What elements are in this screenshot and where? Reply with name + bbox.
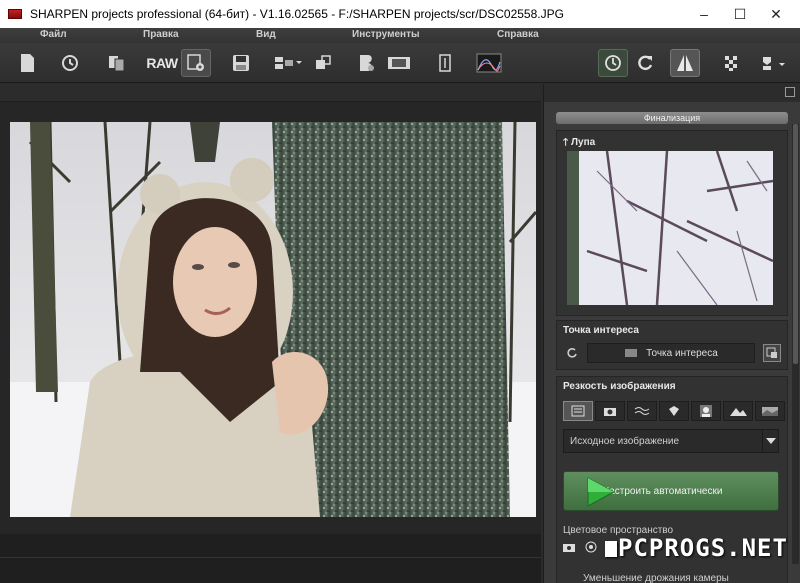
- watermark-text: PCPROGS.NET: [618, 534, 788, 562]
- workspace-bottom-bar: [0, 534, 541, 583]
- sharpness-preset-icons: [563, 401, 785, 421]
- menu-help[interactable]: Справка: [497, 29, 539, 40]
- panorama-preset-icon[interactable]: [755, 401, 785, 421]
- right-panel: Финализация 🡑 Лупа Точка интереса Точка …: [543, 84, 800, 583]
- poi-button[interactable]: Точка интереса: [587, 343, 755, 363]
- poi-reset-icon[interactable]: [563, 344, 581, 362]
- loupe-preview[interactable]: [567, 151, 773, 305]
- auto-adjust-button[interactable]: Настроить автоматически: [563, 471, 779, 511]
- histogram-button[interactable]: [474, 49, 504, 77]
- menu-bar: Файл Правка Вид Инструменты Справка: [0, 28, 800, 43]
- landscape-preset-icon[interactable]: [723, 401, 753, 421]
- split-view-button[interactable]: [670, 49, 700, 77]
- histogram-icon: [476, 53, 502, 73]
- target-icon[interactable]: [585, 541, 597, 556]
- watermark-logo-icon: [605, 541, 617, 557]
- poi-title: Точка интереса: [563, 325, 639, 336]
- arrow-up-icon[interactable]: 🡑: [563, 137, 568, 148]
- app-logo-icon: [8, 9, 22, 19]
- menu-view[interactable]: Вид: [256, 29, 276, 40]
- export-dropdown-button[interactable]: [270, 49, 304, 77]
- presets-button[interactable]: [352, 49, 382, 77]
- batch-settings-button[interactable]: [181, 49, 211, 77]
- auto-adjust-label: Настроить автоматически: [602, 485, 723, 497]
- raw-label: RAW: [146, 55, 178, 71]
- compare-icon: [316, 55, 331, 69]
- menu-edit[interactable]: Правка: [143, 29, 179, 40]
- presets-icon: [360, 55, 374, 71]
- save-icon: [233, 55, 249, 71]
- workspace-divider: [0, 557, 541, 558]
- checker-button[interactable]: [716, 49, 746, 77]
- toolbar: RAW: [0, 43, 800, 83]
- minimize-button[interactable]: –: [686, 0, 722, 28]
- source-image-select-value: Исходное изображение: [570, 435, 680, 447]
- source-image-select[interactable]: Исходное изображение: [563, 429, 779, 453]
- undock-icon[interactable]: [785, 87, 795, 97]
- poi-settings-icon[interactable]: [763, 344, 781, 362]
- title-bar: SHARPEN projects professional (64-бит) -…: [0, 0, 800, 28]
- filmstrip-button[interactable]: [384, 49, 414, 77]
- maximize-button[interactable]: ☐: [722, 0, 758, 28]
- view-mode-icon: [763, 57, 785, 70]
- play-arrow-icon: [587, 477, 616, 507]
- scrollbar-thumb[interactable]: [793, 124, 798, 364]
- batch-gear-icon: [187, 54, 204, 71]
- export-icon: [275, 57, 302, 69]
- tab-finalization[interactable]: Финализация: [556, 112, 788, 124]
- checkerboard-icon: [725, 56, 737, 71]
- window-title: SHARPEN projects professional (64-бит) -…: [30, 7, 564, 21]
- info-button[interactable]: [430, 49, 460, 77]
- history-icon: [62, 55, 78, 71]
- menu-tools[interactable]: Инструменты: [352, 29, 420, 40]
- raw-button[interactable]: RAW: [145, 49, 179, 77]
- info-icon: [439, 54, 451, 72]
- copy-button[interactable]: [102, 49, 132, 77]
- loupe-title-text: Лупа: [570, 137, 596, 148]
- new-document-button[interactable]: [12, 49, 42, 77]
- chevron-down-icon[interactable]: [762, 430, 778, 452]
- timer-clock-icon: [605, 55, 621, 71]
- close-button[interactable]: ✕: [758, 0, 794, 28]
- history-button[interactable]: [55, 49, 85, 77]
- timer-button[interactable]: [598, 49, 628, 77]
- view-mode-dropdown-button[interactable]: [756, 49, 792, 77]
- document-preset-icon[interactable]: [563, 401, 593, 421]
- poi-frame-icon: [625, 349, 638, 357]
- camera-shake-label: Уменьшение дрожания камеры: [583, 573, 729, 583]
- compare-button[interactable]: [308, 49, 338, 77]
- camera-icon[interactable]: [563, 542, 575, 555]
- photo-preview[interactable]: [10, 122, 536, 517]
- copy-icon: [109, 56, 125, 72]
- image-workspace: [0, 84, 541, 583]
- split-view-icon: [677, 55, 693, 71]
- refresh-button[interactable]: [630, 49, 660, 77]
- right-panel-header: [544, 84, 800, 102]
- point-of-interest-section: Точка интереса Точка интереса: [556, 320, 788, 370]
- sharpness-title: Резкость изображения: [563, 381, 676, 392]
- save-button[interactable]: [226, 49, 256, 77]
- loupe-section: 🡑 Лупа: [556, 130, 788, 316]
- panel-scrollbar[interactable]: [792, 124, 799, 564]
- filmstrip-icon: [388, 57, 410, 69]
- portrait-preset-icon[interactable]: [691, 401, 721, 421]
- diamond-preset-icon[interactable]: [659, 401, 689, 421]
- workspace-top-bar: [0, 84, 541, 102]
- loupe-image: [567, 151, 773, 305]
- new-document-icon: [21, 54, 34, 72]
- waves-preset-icon[interactable]: [627, 401, 657, 421]
- poi-button-label: Точка интереса: [646, 347, 718, 359]
- menu-file[interactable]: Файл: [40, 29, 67, 40]
- camera-preset-icon[interactable]: [595, 401, 625, 421]
- refresh-icon: [638, 55, 653, 71]
- photo-image: [10, 122, 536, 517]
